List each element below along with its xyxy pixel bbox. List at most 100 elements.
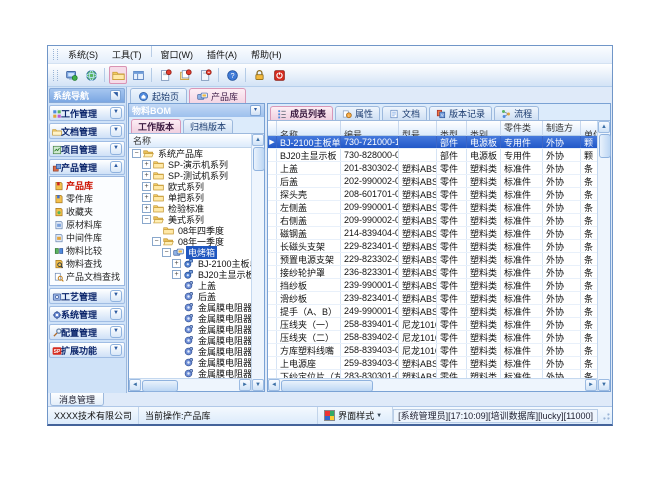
expand-icon[interactable]: + xyxy=(142,160,151,169)
detail-tab-3[interactable]: V版本记录 xyxy=(429,106,492,120)
expand-icon[interactable]: + xyxy=(172,259,181,268)
menu-item-0[interactable]: 系统(S) xyxy=(61,46,105,63)
chevron-down-icon[interactable]: ▼ xyxy=(110,290,122,302)
globe-icon[interactable] xyxy=(82,66,100,84)
layout-icon[interactable] xyxy=(129,66,147,84)
collapse-icon[interactable]: − xyxy=(162,248,171,257)
table-row[interactable]: 左侧盖209-990001-01X塑料ABS零件塑料类标准件外协条 xyxy=(268,201,597,214)
version-tab-1[interactable]: 归档版本 xyxy=(183,119,233,133)
scroll-right-icon[interactable]: ► xyxy=(585,379,597,391)
sidebar-collapse-button[interactable]: ◥ xyxy=(110,90,121,101)
nav-group-5[interactable]: 系统管理▼ xyxy=(49,306,125,322)
table-row[interactable]: 探头壳208-601701-01X塑料ABS零件塑料类标准件外协条 xyxy=(268,188,597,201)
scroll-right-icon[interactable]: ► xyxy=(239,379,251,391)
sidebar-item-7[interactable]: 产品文档查找 xyxy=(50,270,124,283)
expand-icon[interactable]: + xyxy=(142,182,151,191)
nav-group-6[interactable]: 配置管理▼ xyxy=(49,324,125,340)
scroll-left-icon[interactable]: ◄ xyxy=(129,379,141,391)
nav-group-2[interactable]: 项目管理▼ xyxy=(49,141,125,157)
report-del-icon[interactable] xyxy=(196,66,214,84)
report-new-icon[interactable] xyxy=(156,66,174,84)
table-row[interactable]: ▶BJ-2100主板单点730-721000-12X部件电源板专用件外协颗 xyxy=(268,136,597,149)
menu-item-4[interactable]: 帮助(H) xyxy=(244,46,289,63)
table-row[interactable]: 上盖201-830302-00X塑料ABS零件塑料类标准件外协条 xyxy=(268,162,597,175)
sidebar-item-2[interactable]: 收藏夹 xyxy=(50,205,124,218)
doc-tab-0[interactable]: 起始页 xyxy=(130,88,187,103)
scroll-up-icon[interactable]: ▲ xyxy=(252,134,264,146)
tree-column-header[interactable]: 名称 xyxy=(129,134,251,148)
sidebar-item-0[interactable]: 产品库 xyxy=(50,179,124,192)
resize-grip[interactable] xyxy=(602,412,610,420)
exit-icon[interactable] xyxy=(270,66,288,84)
table-row[interactable]: 压线夹（一）258-839401-00X尼龙1010零件塑料类标准件外协条 xyxy=(268,318,597,331)
collapse-icon[interactable]: − xyxy=(142,215,151,224)
table-horizontal-scrollbar[interactable]: ◄ ► xyxy=(268,378,597,391)
table-hscroll-thumb[interactable] xyxy=(281,380,373,391)
version-tab-0[interactable]: 工作版本 xyxy=(131,119,181,133)
detail-tab-1[interactable]: i属性 xyxy=(335,106,380,120)
table-row[interactable]: 后盖202-990002-01X塑料ABS零件塑料类标准件外协条 xyxy=(268,175,597,188)
nav-group-1[interactable]: 文档管理▼ xyxy=(49,123,125,139)
table-row[interactable]: 预置电源支架229-823302-00X塑料ABS零件塑料类标准件外协条 xyxy=(268,253,597,266)
expand-icon[interactable]: + xyxy=(172,270,181,279)
scroll-down-icon[interactable]: ▼ xyxy=(252,379,264,391)
chevron-down-icon[interactable]: ▼ xyxy=(110,125,122,137)
report-open-icon[interactable] xyxy=(176,66,194,84)
table-vertical-scrollbar[interactable]: ▲ ▼ xyxy=(597,121,610,391)
tree-node-20[interactable]: 金属膜电阻器 xyxy=(129,368,251,378)
menubar-grip[interactable] xyxy=(53,49,58,60)
table-row[interactable]: 挡纱板239-990001-01X塑料ABS零件塑料类标准件外协条 xyxy=(268,279,597,292)
expand-icon[interactable]: + xyxy=(142,193,151,202)
chevron-down-icon[interactable]: ▼ xyxy=(110,308,122,320)
detail-tab-4[interactable]: 流程 xyxy=(494,106,539,120)
table-row[interactable]: 磁钢盖214-839404-01X塑料ABS零件塑料类标准件外协条 xyxy=(268,227,597,240)
table-row[interactable]: 提手（A、B）249-990001-01X塑料ABS零件塑料类标准件外协条 xyxy=(268,305,597,318)
tree-hscroll-thumb[interactable] xyxy=(142,380,178,392)
menu-item-1[interactable]: 工具(T) xyxy=(105,46,149,63)
table-row[interactable]: BJ20主显示板730-828000-04X部件电源板专用件外协颗 xyxy=(268,149,597,162)
sidebar-item-1[interactable]: 零件库 xyxy=(50,192,124,205)
table-row[interactable]: 长磁头支架229-823401-00X塑料ABS零件塑料类标准件外协条 xyxy=(268,240,597,253)
table-row[interactable]: 接纱轮护罩236-823301-00X塑料ABS零件塑料类标准件外协条 xyxy=(268,266,597,279)
sidebar-item-3[interactable]: 原材料库 xyxy=(50,218,124,231)
chevron-down-icon[interactable]: ▼ xyxy=(110,143,122,155)
nav-group-0[interactable]: 工作管理▼ xyxy=(49,105,125,121)
folder-icon[interactable] xyxy=(109,66,127,84)
nav-group-3[interactable]: 产品管理▲ xyxy=(49,159,125,175)
expand-icon[interactable]: + xyxy=(142,204,151,213)
scroll-up-icon[interactable]: ▲ xyxy=(598,121,610,133)
toolbar-grip[interactable] xyxy=(53,70,58,81)
detail-tab-0[interactable]: 成员列表 xyxy=(270,106,333,120)
lock-icon[interactable] xyxy=(250,66,268,84)
menu-item-2[interactable]: 窗口(W) xyxy=(154,46,201,63)
chevron-up-icon[interactable]: ▲ xyxy=(110,161,122,173)
table-vscroll-thumb[interactable] xyxy=(599,134,611,158)
chevron-down-icon[interactable]: ▼ xyxy=(110,326,122,338)
sidebar-item-4[interactable]: 中间件库 xyxy=(50,231,124,244)
doc-tab-1[interactable]: 产品库 xyxy=(189,88,246,103)
table-row[interactable]: 上电源座259-839403-00X塑料ABS零件塑料类标准件外协条 xyxy=(268,357,597,370)
sidebar-item-6[interactable]: 物料查找 xyxy=(50,257,124,270)
collapse-icon[interactable]: − xyxy=(152,237,161,246)
nav-group-4[interactable]: 工艺管理▼ xyxy=(49,288,125,304)
message-manager-tab[interactable]: 消息管理 xyxy=(50,393,104,406)
tree-vertical-scrollbar[interactable]: ▲ ▼ xyxy=(251,134,264,391)
ui-style-selector[interactable]: 界面样式 ▼ xyxy=(317,407,393,424)
table-row[interactable]: 方库塑料线嘴258-839403-00X尼龙1010零件塑料类标准件外协条 xyxy=(268,344,597,357)
detail-tab-2[interactable]: 文档 xyxy=(382,106,427,120)
chevron-down-icon[interactable]: ▼ xyxy=(110,344,122,356)
bom-panel-menu-button[interactable]: ▾ xyxy=(250,105,261,116)
scroll-down-icon[interactable]: ▼ xyxy=(598,379,610,391)
scroll-left-icon[interactable]: ◄ xyxy=(268,379,280,391)
help-icon[interactable]: ? xyxy=(223,66,241,84)
nav-group-7[interactable]: SP扩展功能▼ xyxy=(49,342,125,358)
tree-horizontal-scrollbar[interactable]: ◄ ► xyxy=(129,378,251,391)
expand-icon[interactable]: + xyxy=(142,171,151,180)
table-row[interactable]: 压线夹（二）258-839402-00X尼龙1010零件塑料类标准件外协条 xyxy=(268,331,597,344)
chevron-down-icon[interactable]: ▼ xyxy=(110,107,122,119)
table-row[interactable]: 滑纱板239-823401-00X塑料ABS零件塑料类标准件外协条 xyxy=(268,292,597,305)
tree-node-12[interactable]: 上盖 xyxy=(129,280,251,291)
client-icon[interactable] xyxy=(62,66,80,84)
tree-node-11[interactable]: +BJ20主显示板 xyxy=(129,269,251,280)
menu-item-3[interactable]: 插件(A) xyxy=(200,46,244,63)
